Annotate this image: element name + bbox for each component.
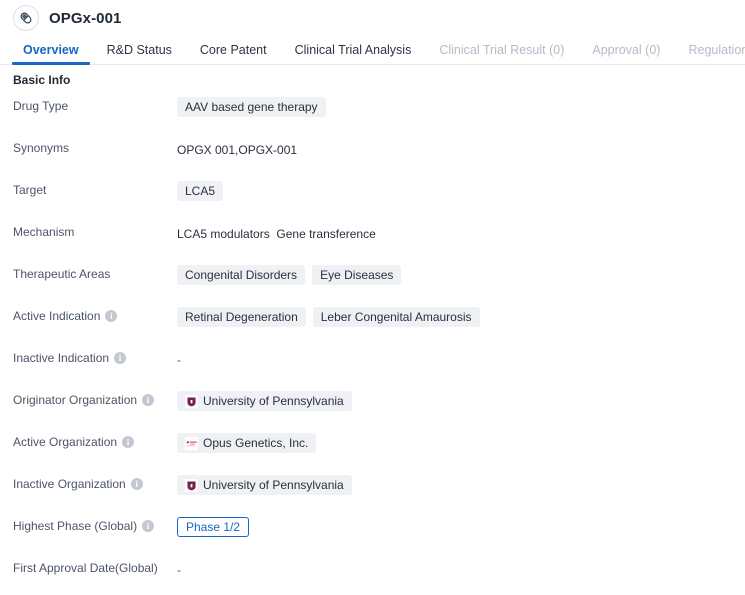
upenn-crest-logo [185,394,198,408]
info-icon[interactable]: i [142,394,155,406]
chip-organization[interactable]: Opus Genetics, Inc. [177,433,317,453]
page-title: OPGx-001 [49,9,122,27]
chip-highest-phase[interactable]: Phase 1/2 [177,517,250,537]
row-label-text: Inactive Organization [13,477,126,491]
row-label-text: Inactive Indication [13,351,110,365]
capsule-pill-icon [13,5,39,31]
chip-organization-label: University of Pennsylvania [203,394,344,408]
row-label-text: First Approval Date(Global) [13,561,158,575]
row-value: - [177,557,745,579]
row-value: Phase 1/2 [177,515,745,537]
row-label-text: Drug Type [13,99,69,113]
info-row-synonyms: Synonyms OPGX 001,OPGX-001 [0,133,745,175]
chip-organization[interactable]: University of Pennsylvania [177,391,352,411]
row-label: Active Indication i [0,305,177,324]
info-row-highest-phase: Highest Phase (Global) i Phase 1/2 [0,511,745,553]
row-value: LCA5 [177,179,745,201]
tab-regulation: Regulation (0) [688,43,745,57]
opus-genetics-wordmark-logo [185,436,198,450]
chip-active-indication[interactable]: Retinal Degeneration [177,307,306,327]
row-label: Therapeutic Areas [0,263,177,282]
row-label: Synonyms [0,137,177,156]
row-label-text: Synonyms [13,141,70,155]
tab-rd-status[interactable]: R&D Status [93,43,186,64]
info-row-active-organization: Active Organization i Opus Genetics, Inc… [0,427,745,469]
tab-bar: Overview R&D Status Core Patent Clinical… [0,36,745,65]
info-icon[interactable]: i [114,352,127,364]
info-row-drug-type: Drug Type AAV based gene therapy [0,91,745,133]
row-label-text: Originator Organization [13,393,138,407]
row-label: Originator Organization i [0,389,177,408]
row-value: Congenital Disorders Eye Diseases [177,263,745,285]
upenn-crest-logo [185,478,198,492]
mechanism-value: LCA5 modulators Gene transference [177,227,376,241]
info-row-originator-organization: Originator Organization i University of … [0,385,745,427]
info-icon[interactable]: i [122,436,135,448]
overview-panel: Basic Info Drug Type AAV based gene ther… [0,65,745,595]
row-label-text: Active Organization [13,435,118,449]
info-row-first-approval-date: First Approval Date(Global) - [0,553,745,595]
empty-value: - [177,353,181,367]
row-value: Opus Genetics, Inc. [177,431,745,453]
row-value: AAV based gene therapy [177,95,745,117]
chip-organization-label: Opus Genetics, Inc. [203,436,309,450]
row-label: Highest Phase (Global) i [0,515,177,534]
chip-target[interactable]: LCA5 [177,181,224,201]
row-label-text: Highest Phase (Global) [13,519,138,533]
row-label-text: Therapeutic Areas [13,267,111,281]
info-icon[interactable]: i [130,478,143,490]
chip-organization[interactable]: University of Pennsylvania [177,475,352,495]
row-value: University of Pennsylvania [177,473,745,495]
tab-approval: Approval (0) [592,43,661,57]
row-label-text: Mechanism [13,225,75,239]
info-row-therapeutic-areas: Therapeutic Areas Congenital Disorders E… [0,259,745,301]
row-value: - [177,347,745,369]
info-icon[interactable]: i [105,310,118,322]
row-value: University of Pennsylvania [177,389,745,411]
chip-active-indication[interactable]: Leber Congenital Amaurosis [312,307,480,327]
tab-clinical-trial-analysis[interactable]: Clinical Trial Analysis [281,43,426,64]
info-row-target: Target LCA5 [0,175,745,217]
row-value: Retinal Degeneration Leber Congenital Am… [177,305,745,327]
row-label: Inactive Indication i [0,347,177,366]
row-value: LCA5 modulators Gene transference [177,221,745,243]
row-label: First Approval Date(Global) [0,557,177,576]
row-label: Drug Type [0,95,177,114]
chip-therapeutic-area[interactable]: Eye Diseases [312,265,402,285]
row-label: Active Organization i [0,431,177,450]
chip-therapeutic-area[interactable]: Congenital Disorders [177,265,306,285]
section-title-basic-info: Basic Info [13,73,71,87]
chip-organization-label: University of Pennsylvania [203,478,344,492]
row-label: Inactive Organization i [0,473,177,492]
empty-value: - [177,563,181,577]
info-icon[interactable]: i [142,520,155,532]
info-row-active-indication: Active Indication i Retinal Degeneration… [0,301,745,343]
page-header: OPGx-001 [0,0,745,36]
info-row-mechanism: Mechanism LCA5 modulators Gene transfere… [0,217,745,259]
row-value: OPGX 001,OPGX-001 [177,137,745,159]
info-row-inactive-organization: Inactive Organization i University of Pe… [0,469,745,511]
chip-drug-type[interactable]: AAV based gene therapy [177,97,326,117]
synonyms-value: OPGX 001,OPGX-001 [177,143,298,157]
tab-core-patent[interactable]: Core Patent [186,43,281,64]
tab-clinical-trial-result: Clinical Trial Result (0) [439,43,565,57]
tab-overview[interactable]: Overview [9,43,93,65]
row-label-text: Target [13,183,47,197]
row-label-text: Active Indication [13,309,101,323]
info-row-inactive-indication: Inactive Indication i - [0,343,745,385]
row-label: Mechanism [0,221,177,240]
row-label: Target [0,179,177,198]
